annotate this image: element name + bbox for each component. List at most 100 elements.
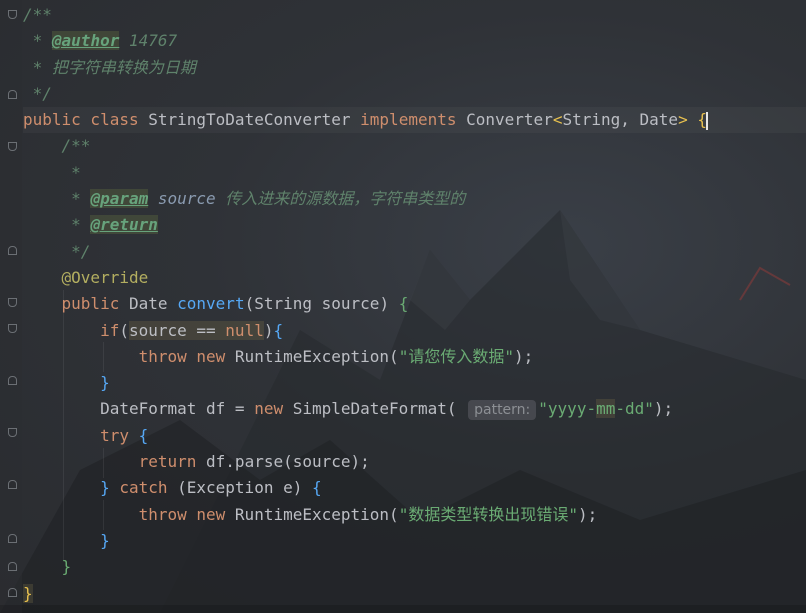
code-token: SimpleDateFormat( <box>292 399 467 419</box>
code-token: @Override <box>23 267 149 287</box>
code-token: public class <box>23 110 149 130</box>
code-line[interactable]: /** <box>23 133 806 159</box>
code-token: } <box>23 373 110 393</box>
code-line[interactable]: } <box>23 581 806 607</box>
code-token: @author <box>51 31 120 51</box>
code-token: } <box>23 557 72 577</box>
code-token: /** <box>23 136 91 156</box>
code-line[interactable]: if(source == null){ <box>23 318 806 344</box>
fold-toggle-icon[interactable] <box>8 428 17 437</box>
parameter-hint: pattern: <box>468 399 537 420</box>
code-line[interactable]: * @author 14767 <box>23 28 806 54</box>
code-token: { <box>138 425 149 445</box>
code-token: mm <box>596 399 616 419</box>
code-token: df.parse(source); <box>206 452 370 472</box>
code-line[interactable]: } catch (Exception e) { <box>23 475 806 501</box>
code-token: source == <box>128 320 226 340</box>
code-token: * <box>23 162 81 182</box>
code-token: StringToDateConverter <box>148 110 361 130</box>
code-token: /** <box>23 5 52 24</box>
code-token: } <box>23 583 33 603</box>
fold-toggle-icon[interactable] <box>8 534 17 543</box>
code-line[interactable]: public class StringToDateConverter imple… <box>23 107 806 133</box>
code-token: source <box>157 189 216 209</box>
code-token: Date <box>128 294 178 314</box>
code-token: RuntimeException( <box>234 504 399 524</box>
code-token: "请您传入数据" <box>398 346 514 366</box>
code-token: "yyyy- <box>538 399 597 419</box>
code-token: ); <box>577 504 598 524</box>
code-lines[interactable]: /** * @author 14767 * 把字符串转换为日期 */ public… <box>23 2 806 607</box>
code-token: ); <box>653 399 674 419</box>
code-token: @return <box>90 215 158 235</box>
code-token: { <box>398 294 409 314</box>
code-line[interactable]: /** <box>23 2 806 28</box>
code-token: */ <box>23 241 91 261</box>
code-token: implements <box>360 110 467 130</box>
code-token: (Exception e) <box>177 478 312 498</box>
code-line[interactable]: } <box>23 554 806 580</box>
code-token: catch <box>119 478 178 498</box>
code-token: * <box>23 215 91 235</box>
text-caret <box>705 111 708 130</box>
fold-toggle-icon[interactable] <box>8 562 17 571</box>
fold-toggle-icon[interactable] <box>8 298 17 307</box>
code-token: } <box>23 530 110 550</box>
code-token: 14767 <box>119 31 178 51</box>
code-token: throw new <box>23 504 235 524</box>
code-token: "数据类型转换出现错误" <box>398 504 578 524</box>
code-line[interactable]: */ <box>23 239 806 265</box>
code-token: */ <box>23 83 52 103</box>
code-editor[interactable]: /** * @author 14767 * 把字符串转换为日期 */ public… <box>0 0 806 613</box>
code-token: return <box>23 452 207 472</box>
code-token: @param <box>90 189 149 209</box>
code-token: throw new <box>23 346 235 366</box>
code-line[interactable]: public Date convert(String source) { <box>23 291 806 317</box>
code-token: -dd" <box>615 399 654 419</box>
fold-toggle-icon[interactable] <box>8 480 17 489</box>
code-token: DateFormat df = <box>23 399 255 419</box>
horizontal-scrollbar[interactable] <box>0 605 806 613</box>
code-line[interactable]: throw new RuntimeException("请您传入数据"); <box>23 344 806 370</box>
fold-toggle-icon[interactable] <box>8 246 17 255</box>
fold-toggle-icon[interactable] <box>8 588 17 597</box>
fold-toggle-icon[interactable] <box>8 324 17 333</box>
code-token: convert <box>177 294 245 314</box>
code-token: ( <box>119 320 129 340</box>
code-token: RuntimeException( <box>234 346 399 366</box>
code-line[interactable]: return df.parse(source); <box>23 449 806 475</box>
code-line[interactable]: * @return <box>23 212 806 238</box>
code-token: * <box>23 189 91 209</box>
code-token: * 把字符串转换为日期 <box>23 57 196 77</box>
code-token: new <box>254 399 293 419</box>
code-line[interactable]: } <box>23 370 806 396</box>
code-line[interactable]: try { <box>23 423 806 449</box>
fold-toggle-icon[interactable] <box>8 376 17 385</box>
code-token: String, Date <box>562 110 679 130</box>
code-token: > { <box>678 110 707 130</box>
code-line[interactable]: throw new RuntimeException("数据类型转换出现错误")… <box>23 502 806 528</box>
code-token: ); <box>513 346 534 366</box>
fold-toggle-icon[interactable] <box>8 142 17 151</box>
code-token: { <box>311 478 322 498</box>
code-line[interactable]: @Override <box>23 265 806 291</box>
code-line[interactable]: * 把字符串转换为日期 <box>23 55 806 81</box>
code-line[interactable]: * @param source 传入进来的源数据，字符串类型的 <box>23 186 806 212</box>
fold-toggle-icon[interactable] <box>8 90 17 99</box>
code-token: { <box>273 320 284 340</box>
code-token: try <box>23 425 139 445</box>
code-token: * <box>23 31 52 51</box>
code-token: null <box>225 320 264 340</box>
code-token: public <box>23 294 129 314</box>
code-line[interactable]: */ <box>23 81 806 107</box>
editor-gutter <box>0 0 22 613</box>
code-line[interactable]: DateFormat df = new SimpleDateFormat( pa… <box>23 396 806 422</box>
code-token: Converter <box>466 110 553 130</box>
code-line[interactable]: * <box>23 160 806 186</box>
code-token: 传入进来的源数据，字符串类型的 <box>215 189 466 209</box>
code-token: (String source) <box>244 294 399 314</box>
code-line[interactable]: } <box>23 528 806 554</box>
code-token: } <box>23 478 120 498</box>
fold-toggle-icon[interactable] <box>8 10 17 19</box>
